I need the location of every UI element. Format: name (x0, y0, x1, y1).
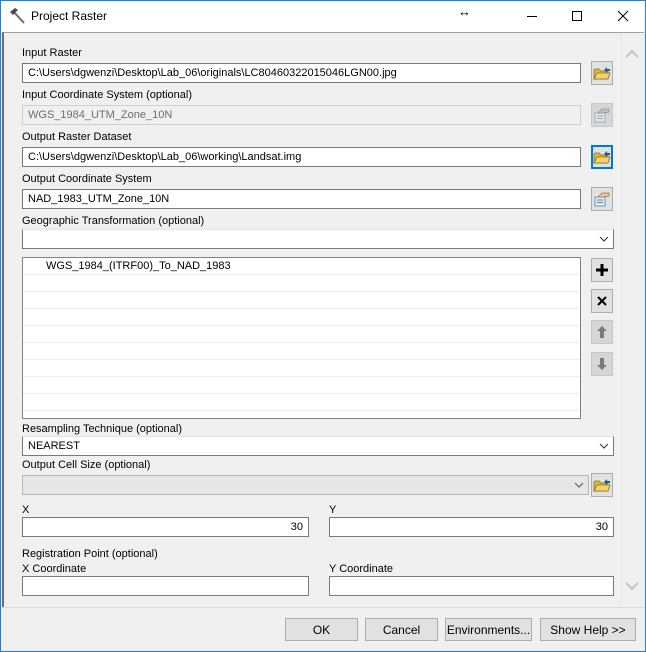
cell-x-field[interactable]: 30 (22, 517, 309, 537)
vertical-scrollbar[interactable] (621, 33, 643, 606)
list-item[interactable] (23, 326, 580, 343)
list-item[interactable] (23, 360, 580, 377)
x-icon (597, 296, 607, 306)
minimize-button[interactable] (509, 1, 555, 31)
input-coord-system-label: Input Coordinate System (optional) (22, 89, 192, 101)
scroll-down-icon[interactable] (624, 579, 640, 593)
resampling-technique-dropdown[interactable]: NEAREST (22, 436, 614, 456)
x-coordinate-label: X Coordinate (22, 563, 87, 575)
output-coord-system-field[interactable]: NAD_1983_UTM_Zone_10N (22, 189, 581, 209)
input-raster-field[interactable]: C:\Users\dgwenzi\Desktop\Lab_06\original… (22, 63, 581, 83)
maximize-icon (572, 11, 582, 21)
properties-hand-icon (594, 108, 610, 123)
output-coord-system-label: Output Coordinate System (22, 173, 152, 185)
environments-button[interactable]: Environments... (445, 618, 532, 641)
x-coordinate-field[interactable] (22, 576, 309, 596)
browse-output-raster-button[interactable] (591, 145, 613, 169)
open-folder-icon (593, 67, 611, 80)
close-icon (617, 10, 629, 22)
list-item[interactable] (23, 309, 580, 326)
arrow-up-icon (597, 326, 607, 338)
show-help-button[interactable]: Show Help >> (540, 618, 636, 641)
close-button[interactable] (600, 1, 646, 31)
maximize-button[interactable] (554, 1, 600, 31)
window-title: Project Raster (31, 9, 108, 23)
add-transformation-button[interactable] (591, 258, 613, 282)
cancel-button[interactable]: Cancel (365, 618, 438, 641)
minimize-icon (527, 16, 537, 17)
registration-point-label: Registration Point (optional) (22, 548, 158, 560)
remove-transformation-button[interactable] (591, 289, 613, 313)
move-down-button (591, 352, 613, 376)
arrow-down-icon (597, 358, 607, 370)
title-bar[interactable]: Project Raster ↔ (1, 1, 645, 32)
resampling-technique-label: Resampling Technique (optional) (22, 423, 183, 435)
chevron-down-icon (599, 443, 609, 449)
hammer-icon (9, 7, 27, 25)
list-item[interactable] (23, 343, 580, 360)
input-coord-system-properties-button (591, 103, 613, 127)
chevron-down-icon (599, 236, 609, 242)
geographic-transformation-label: Geographic Transformation (optional) (22, 215, 205, 227)
output-raster-dataset-label: Output Raster Dataset (22, 131, 132, 143)
output-cell-size-dropdown (22, 475, 589, 495)
list-item[interactable] (23, 292, 580, 309)
y-coordinate-label: Y Coordinate (329, 563, 394, 575)
properties-hand-icon (594, 192, 610, 207)
list-item[interactable] (23, 394, 580, 411)
chevron-down-icon (574, 482, 584, 488)
transformation-list[interactable]: WGS_1984_(ITRF00)_To_NAD_1983 (22, 257, 581, 419)
cell-y-label: Y (329, 504, 337, 516)
list-item[interactable]: WGS_1984_(ITRF00)_To_NAD_1983 (23, 258, 580, 275)
browse-input-raster-button[interactable] (591, 61, 613, 85)
list-item[interactable] (23, 377, 580, 394)
open-folder-icon (593, 151, 611, 164)
cell-x-label: X (22, 504, 30, 516)
list-item[interactable] (23, 275, 580, 292)
input-coord-system-field: WGS_1984_UTM_Zone_10N (22, 105, 581, 125)
output-raster-dataset-field[interactable]: C:\Users\dgwenzi\Desktop\Lab_06\working\… (22, 147, 581, 167)
geographic-transformation-dropdown[interactable] (22, 229, 614, 249)
browse-cell-size-button[interactable] (591, 473, 613, 497)
plus-icon (596, 264, 608, 276)
input-raster-label: Input Raster (22, 47, 82, 59)
resampling-technique-value: NEAREST (28, 440, 80, 452)
project-raster-dialog: Project Raster ↔ Input Raster C:\Users\d… (0, 0, 646, 652)
ok-button[interactable]: OK (285, 618, 358, 641)
open-folder-icon (593, 479, 611, 492)
output-cell-size-label: Output Cell Size (optional) (22, 459, 151, 471)
y-coordinate-field[interactable] (329, 576, 614, 596)
move-up-button (591, 320, 613, 344)
scroll-up-icon[interactable] (624, 47, 640, 61)
cell-y-field[interactable]: 30 (329, 517, 614, 537)
output-coord-system-properties-button[interactable] (591, 187, 613, 211)
resize-icon: ↔ (458, 4, 471, 19)
